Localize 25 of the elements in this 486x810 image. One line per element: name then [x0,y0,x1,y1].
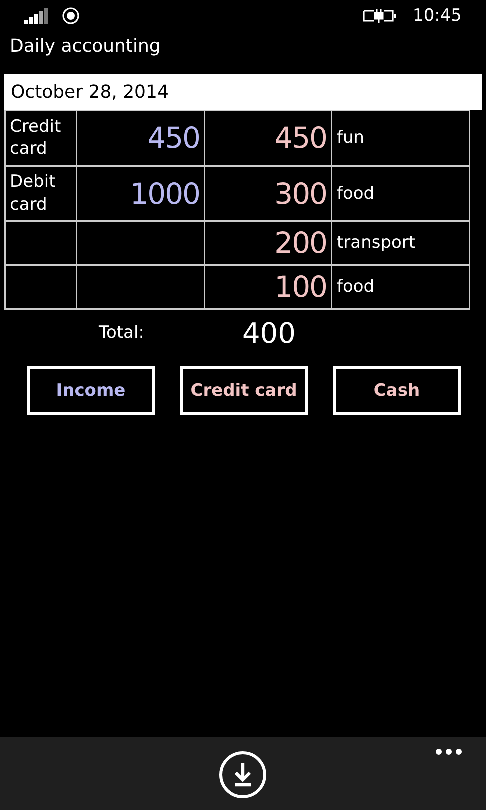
battery-charging-icon [363,8,397,24]
action-button[interactable]: Income [27,366,155,415]
table-cell: food [332,266,470,310]
download-icon[interactable] [219,751,267,799]
signal-icon [24,8,50,24]
clock-time: 10:45 [413,6,462,26]
table-cell: 100 [205,266,332,310]
table-cell: food [332,167,470,222]
table-cell: fun [332,111,470,167]
total-label: Total: [99,323,144,343]
table-cell: 450 [77,111,205,167]
more-icon[interactable] [435,748,463,756]
action-button[interactable]: Cash [333,366,461,415]
date-field[interactable]: October 28, 2014 [4,74,482,110]
total-value: 400 [242,316,296,350]
table-cell: 1000 [77,167,205,222]
location-icon [62,7,80,25]
app-title: Daily accounting [9,35,162,59]
table-cell: 300 [205,167,332,222]
table-cell: 200 [205,222,332,266]
table-cell: Debit card [6,167,77,222]
action-button[interactable]: Credit card [180,366,308,415]
table-cell: 450 [205,111,332,167]
table-cell: Credit card [6,111,77,167]
table-cell: transport [332,222,470,266]
